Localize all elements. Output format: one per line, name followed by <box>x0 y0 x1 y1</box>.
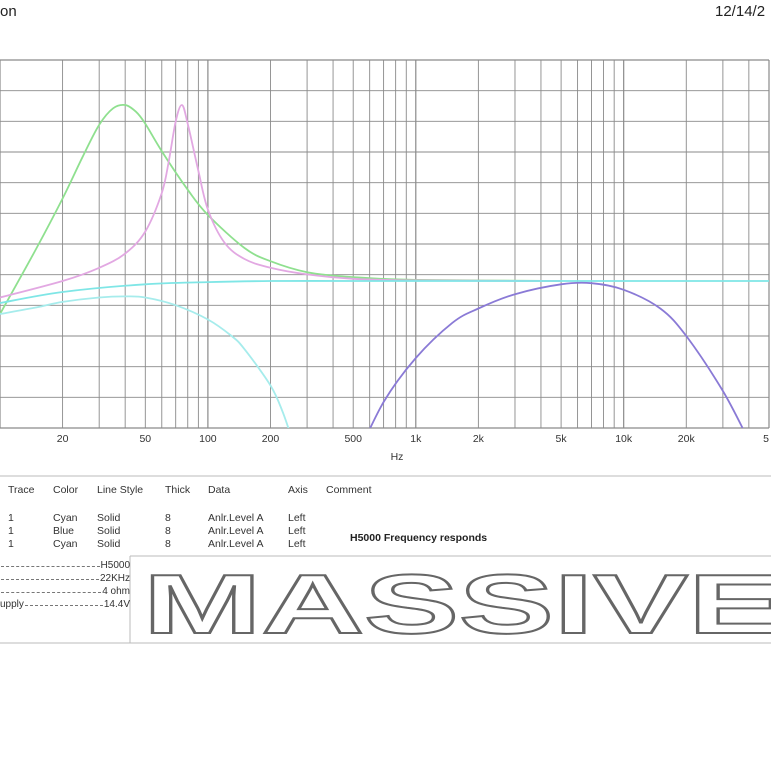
x-tick-label: 200 <box>262 433 280 445</box>
chart-curves <box>0 103 769 428</box>
table-cell: Left <box>288 538 306 550</box>
table-cell: 1 <box>8 525 14 537</box>
svg-text:MASSIVE: MASSIVE <box>143 557 771 651</box>
table-cell: Left <box>288 525 306 537</box>
col-header-trace: Trace <box>8 484 35 496</box>
table-cell: Solid <box>97 512 121 524</box>
spec-value: H5000 <box>100 560 130 571</box>
table-cell: Cyan <box>53 538 78 550</box>
series-line-1 <box>0 103 562 315</box>
table-cell: Anlr.Level A <box>208 525 264 537</box>
x-tick-label: 20k <box>678 433 696 445</box>
series-line-2 <box>0 104 562 299</box>
x-tick-label: 50 <box>139 433 151 445</box>
spec-value: 14.4V <box>103 599 130 610</box>
spec-row: H5000 <box>0 560 130 571</box>
spec-leader <box>1 573 99 580</box>
spec-leader <box>1 586 102 593</box>
col-header-axis: Axis <box>288 484 308 496</box>
x-tick-label: 5 <box>763 433 769 445</box>
table-cell: 8 <box>165 512 171 524</box>
chart-grid <box>0 59 770 429</box>
spec-leader <box>24 599 103 606</box>
col-header-comment: Comment <box>326 484 372 496</box>
x-tick-label: 500 <box>344 433 362 445</box>
col-header-data: Data <box>208 484 231 496</box>
spec-row: 4 ohm <box>0 586 130 597</box>
spec-row: upply 14.4V <box>0 599 130 610</box>
table-cell: 1 <box>8 538 14 550</box>
spec-value: 4 ohm <box>102 586 130 597</box>
x-tick-label: 100 <box>199 433 217 445</box>
table-cell: 1 <box>8 512 14 524</box>
table-cell: 8 <box>165 538 171 550</box>
x-axis-label: Hz <box>391 451 404 463</box>
spec-leader <box>1 560 100 567</box>
table-cell: 8 <box>165 525 171 537</box>
table-cell: Blue <box>53 525 75 537</box>
frequency-response-chart: 20 50 100 200 500 1k 2k 5k 10k 20k 5 Hz MASSIVE <box>0 59 771 652</box>
x-tick-label: 1k <box>410 433 422 445</box>
table-cell: Anlr.Level A <box>208 512 264 524</box>
col-header-color: Color <box>53 484 79 496</box>
col-header-thick: Thick <box>165 484 191 496</box>
spec-label: upply <box>0 599 24 610</box>
table-cell: Anlr.Level A <box>208 538 264 550</box>
col-header-line-style: Line Style <box>97 484 144 496</box>
trace-comment: H5000 Frequency responds <box>350 532 488 544</box>
table-cell: Solid <box>97 525 121 537</box>
chart-x-ticks: 20 50 100 200 500 1k 2k 5k 10k 20k 5 <box>57 433 769 445</box>
x-tick-label: 5k <box>556 433 568 445</box>
spec-row: 22KHz <box>0 573 130 584</box>
series-line-3 <box>0 280 769 304</box>
x-tick-label: 20 <box>57 433 69 445</box>
massive-logo: MASSIVE <box>142 556 771 652</box>
table-cell: Cyan <box>53 512 78 524</box>
table-cell: Left <box>288 512 306 524</box>
x-tick-label: 10k <box>615 433 633 445</box>
table-cell: Solid <box>97 538 121 550</box>
series-line-5 <box>369 281 744 428</box>
x-tick-label: 2k <box>473 433 485 445</box>
spec-value: 22KHz <box>99 573 130 584</box>
